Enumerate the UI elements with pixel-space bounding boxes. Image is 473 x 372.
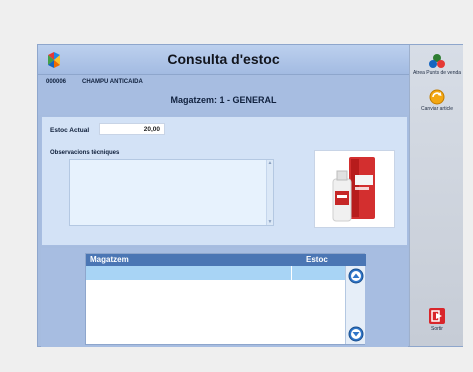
observations-scrollbar[interactable]: ▲ ▼ — [266, 160, 273, 225]
change-article-label: Canviar article — [421, 106, 453, 112]
details-panel: Estoc Actual 20,00 Observacions tècnique… — [41, 116, 408, 246]
stock-window: Consulta d'estoc 000006 CHAMPU ANTICAIDA… — [37, 44, 463, 347]
product-code: 000006 — [46, 79, 67, 85]
observations-textarea[interactable]: ▲ ▼ — [69, 159, 274, 226]
store-points-button[interactable]: Atrea Punts de venda — [410, 53, 464, 76]
change-article-icon — [429, 89, 445, 105]
grid-area: Magatzem Estoc — [41, 248, 408, 347]
exit-button[interactable]: Sortir — [410, 307, 464, 332]
store-points-icon — [429, 54, 445, 68]
product-description: CHAMPU ANTICAIDA — [82, 79, 143, 85]
stock-label: Estoc Actual — [50, 127, 90, 134]
observations-label: Observacions tècniques — [50, 150, 120, 156]
scroll-down-icon[interactable]: ▼ — [267, 219, 273, 225]
warehouse-stock-table: Magatzem Estoc — [85, 253, 366, 345]
exit-icon — [429, 308, 445, 324]
exit-label: Sortir — [431, 326, 443, 332]
scroll-down-icon[interactable] — [348, 326, 364, 342]
title-bar: Consulta d'estoc — [38, 45, 409, 75]
sidebar: Atrea Punts de venda Canviar article Sor… — [409, 45, 463, 346]
column-divider — [291, 266, 292, 280]
table-scrollbar[interactable] — [345, 266, 365, 344]
product-info-bar: 000006 CHAMPU ANTICAIDA Magatzem: 1 - GE… — [38, 75, 409, 115]
table-row[interactable] — [86, 266, 345, 280]
warehouse-title: Magatzem: 1 - GENERAL — [170, 95, 277, 105]
product-image — [314, 150, 395, 228]
main-area: Consulta d'estoc 000006 CHAMPU ANTICAIDA… — [38, 45, 409, 348]
table-header: Magatzem Estoc — [86, 254, 366, 266]
scroll-up-icon[interactable]: ▲ — [267, 160, 273, 166]
stock-field: 20,00 — [99, 123, 165, 135]
change-article-button[interactable]: Canviar article — [410, 89, 464, 112]
column-header-estoc[interactable]: Estoc — [306, 255, 328, 264]
scroll-up-icon[interactable] — [348, 268, 364, 284]
product-bottles-image — [332, 157, 375, 222]
store-points-label: Atrea Punts de venda — [412, 70, 462, 76]
column-header-magatzem[interactable]: Magatzem — [90, 255, 129, 264]
window-title: Consulta d'estoc — [167, 51, 280, 67]
